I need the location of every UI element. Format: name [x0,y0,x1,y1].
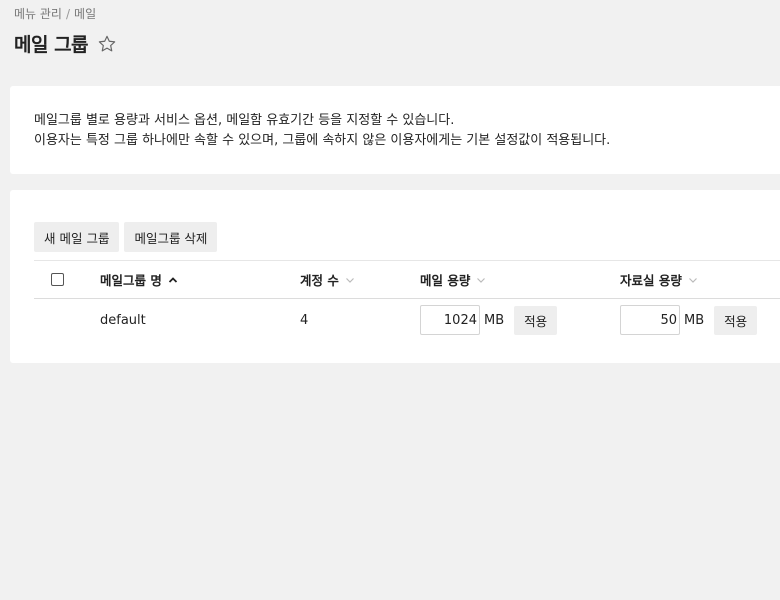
mail-group-table: 메일그룹 명 계정 수 메일 용량 자료실 용량 default 4 1024 … [34,260,780,341]
table-header: 메일그룹 명 계정 수 메일 용량 자료실 용량 [34,260,780,299]
breadcrumb-current: 메일 [74,7,97,21]
chevron-up-icon[interactable] [168,276,178,284]
column-header-accounts-label: 계정 수 [300,273,339,288]
account-count: 4 [300,312,309,328]
column-header-accounts[interactable]: 계정 수 [300,261,355,298]
column-header-drive-quota[interactable]: 자료실 용량 [620,261,698,298]
description-line-1: 메일그룹 별로 용량과 서비스 옵션, 메일함 유효기간 등을 지정할 수 있습… [34,113,455,128]
mail-group-table-panel: 새 메일 그룹 메일그룹 삭제 메일그룹 명 계정 수 메일 용량 자료실 용량… [10,190,780,363]
star-outline-icon[interactable] [96,33,118,55]
mail-quota-cell: MB 적용 [420,299,558,341]
header-checkbox-cell [51,261,64,298]
delete-mail-group-button[interactable]: 메일그룹 삭제 [124,222,218,252]
page-title: 메일 그룹 [14,34,89,56]
apply-mail-quota-button[interactable]: 적용 [514,305,558,335]
breadcrumb: 메뉴 관리 / 메일 [14,5,96,22]
column-header-name-label: 메일그룹 명 [100,273,162,288]
title-row: 메일 그룹 [14,30,118,57]
drive-quota-unit: MB [684,312,705,328]
chevron-down-icon[interactable] [476,276,486,284]
apply-drive-quota-button[interactable]: 적용 [714,305,758,335]
group-name[interactable]: default [100,299,146,341]
toolbar: 새 메일 그룹 메일그룹 삭제 [34,222,218,252]
drive-quota-input[interactable] [620,305,680,335]
description-line-2: 이용자는 특정 그룹 하나에만 속할 수 있으며, 그룹에 속하지 않은 이용자… [34,133,611,148]
column-header-mail-quota-label: 메일 용량 [420,273,471,288]
description-panel: 메일그룹 별로 용량과 서비스 옵션, 메일함 유효기간 등을 지정할 수 있습… [10,86,780,174]
column-header-drive-quota-label: 자료실 용량 [620,273,682,288]
drive-quota-cell: MB 적용 [620,299,758,341]
mail-quota-input[interactable] [420,305,480,335]
breadcrumb-separator: / [65,7,71,21]
column-header-name[interactable]: 메일그룹 명 [100,261,178,298]
mail-quota-unit: MB [484,312,505,328]
chevron-down-icon[interactable] [688,276,698,284]
description: 메일그룹 별로 용량과 서비스 옵션, 메일함 유효기간 등을 지정할 수 있습… [34,111,610,151]
column-header-mail-quota[interactable]: 메일 용량 [420,261,486,298]
chevron-down-icon[interactable] [345,276,355,284]
new-mail-group-button[interactable]: 새 메일 그룹 [34,222,120,252]
select-all-checkbox[interactable] [51,273,64,286]
table-row: default 4 MB 적용 MB 적용 [34,299,780,341]
breadcrumb-parent[interactable]: 메뉴 관리 [14,7,62,21]
